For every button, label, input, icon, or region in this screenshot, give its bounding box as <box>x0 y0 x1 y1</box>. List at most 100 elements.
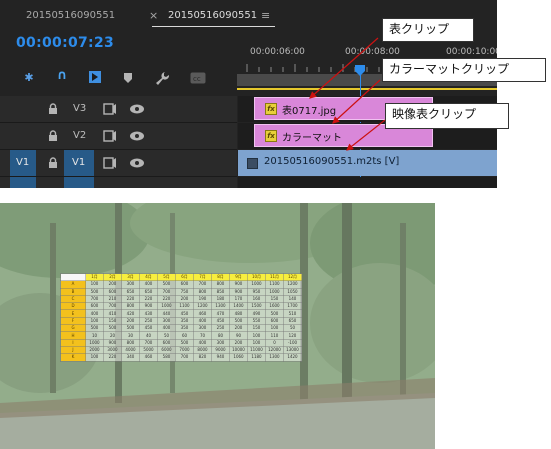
table-cell: 200 <box>229 324 248 333</box>
table-cell: 1000 <box>157 302 176 311</box>
table-cell: 460 <box>139 353 158 362</box>
table-cell: 700 <box>193 280 212 289</box>
table-cell: 650 <box>283 316 302 326</box>
table-cell: 600 <box>265 316 284 326</box>
table-cell: 80 <box>211 331 230 340</box>
table-cell: 1000 <box>85 338 104 347</box>
table-cell: 400 <box>157 324 176 333</box>
table-cell: 13000 <box>283 345 302 355</box>
table-cell: 50 <box>157 331 176 340</box>
table-cell: 450 <box>139 324 158 333</box>
table-cell: 480 <box>229 309 248 318</box>
row-header: J <box>60 345 86 355</box>
table-cell: 150 <box>247 324 266 333</box>
row-header: C <box>60 294 86 304</box>
table-cell: 5000 <box>139 345 158 355</box>
table-cell: 180 <box>211 294 230 304</box>
table-cell: 510 <box>283 309 302 318</box>
table-cell: 300 <box>157 316 176 326</box>
table-cell: 650 <box>121 287 140 296</box>
table-row: G 500 500 500 450 400 350 300 250 200 150 100 50 <box>60 324 302 333</box>
row-header: I <box>60 338 86 347</box>
table-cell: 580 <box>157 353 176 362</box>
table-cell: 100 <box>85 316 104 326</box>
table-cell: 1100 <box>265 280 284 289</box>
table-cell: 120 <box>283 331 302 340</box>
table-cell: 500 <box>175 338 194 347</box>
table-cell: 1200 <box>283 280 302 289</box>
table-cell: 100 <box>85 353 104 362</box>
table-cell: 900 <box>103 338 122 347</box>
table-cell: 820 <box>193 353 212 362</box>
table-cell: 500 <box>85 287 104 296</box>
table-cell: 1000 <box>265 287 284 296</box>
table-cell: 10 <box>85 331 104 340</box>
table-cell: 100 <box>247 331 266 340</box>
table-cell: 500 <box>121 324 140 333</box>
table-cell: 20 <box>103 331 122 340</box>
table-cell: 1060 <box>229 353 248 362</box>
table-cell: 8000 <box>193 345 212 355</box>
table-cell: 6000 <box>157 345 176 355</box>
table-cell: 70 <box>193 331 212 340</box>
table-cell: 140 <box>283 294 302 304</box>
column-header: 7月 <box>193 272 212 282</box>
table-cell: 500 <box>85 324 104 333</box>
column-header: 10月 <box>247 272 266 282</box>
table-cell: 4000 <box>121 345 140 355</box>
column-header: 1月 <box>85 272 104 282</box>
table-cell: 200 <box>175 294 194 304</box>
table-row: F 100 150 200 250 300 350 400 450 500 550 600 650 <box>60 316 302 326</box>
table-cell: 800 <box>211 280 230 289</box>
table-cell: 1180 <box>247 353 266 362</box>
table-cell: 2000 <box>85 345 104 355</box>
row-header: G <box>60 324 86 333</box>
table-cell: 210 <box>103 294 122 304</box>
table-row: C 700 210 220 220 220 200 190 180 170 160 150 140 <box>60 294 302 304</box>
table-cell: 220 <box>157 294 176 304</box>
table-row: J 2000 3000 4000 5000 6000 7000 8000 9000 10000 11… <box>60 345 302 355</box>
column-header: 4月 <box>139 272 158 282</box>
table-cell: 420 <box>121 309 140 318</box>
table-cell: 1050 <box>283 287 302 296</box>
table-cell: 600 <box>157 338 176 347</box>
table-cell: 500 <box>103 324 122 333</box>
table-corner-cell <box>60 272 86 282</box>
table-cell: 470 <box>211 309 230 318</box>
table-cell: 300 <box>211 338 230 347</box>
table-cell: 340 <box>121 353 140 362</box>
table-cell: -100 <box>283 338 302 347</box>
table-cell: 900 <box>229 280 248 289</box>
table-cell: 12000 <box>265 345 284 355</box>
program-preview: 1月 2月 3月 4月 5月 6月 7月 8月 9月 10月 11月 12月 A… <box>0 203 435 449</box>
table-cell: 100 <box>85 280 104 289</box>
table-cell: 430 <box>139 309 158 318</box>
column-header: 2月 <box>103 272 122 282</box>
table-cell: 700 <box>175 353 194 362</box>
row-header: D <box>60 302 86 311</box>
table-row: E 400 410 420 430 440 450 460 470 480 490 500 510 <box>60 309 302 318</box>
table-row: D 600 700 800 900 1000 1100 1200 1300 1400 1500 160… <box>60 302 302 311</box>
table-cell: 500 <box>265 309 284 318</box>
table-cell: 400 <box>85 309 104 318</box>
row-header: F <box>60 316 86 326</box>
table-cell: 170 <box>229 294 248 304</box>
table-cell: 600 <box>175 280 194 289</box>
column-header: 12月 <box>283 272 302 282</box>
table-cell: 750 <box>175 287 194 296</box>
table-cell: 300 <box>193 324 212 333</box>
table-cell: 9000 <box>211 345 230 355</box>
table-cell: 700 <box>85 294 104 304</box>
callout-table-clip: 表クリップ <box>382 18 474 42</box>
table-cell: 0 <box>265 338 284 347</box>
table-cell: 400 <box>193 316 212 326</box>
table-cell: 150 <box>265 294 284 304</box>
table-cell: 200 <box>229 338 248 347</box>
table-cell: 940 <box>211 353 230 362</box>
table-cell: 1600 <box>265 302 284 311</box>
table-cell: 300 <box>121 280 140 289</box>
table-cell: 900 <box>139 302 158 311</box>
table-row: I 1000 900 800 700 600 500 400 300 200 100 0 -100 <box>60 338 302 347</box>
table-cell: 800 <box>121 302 140 311</box>
table-cell: 220 <box>103 353 122 362</box>
